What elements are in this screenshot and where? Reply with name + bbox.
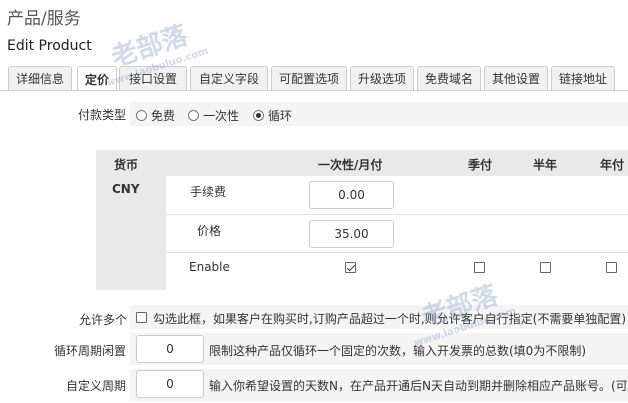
recurring-limit-label: 循环周期闲置 bbox=[54, 344, 127, 358]
tab-upgrades[interactable]: 升级选项 bbox=[350, 66, 414, 90]
enable-checkbox-monthly[interactable] bbox=[345, 262, 356, 273]
radio-recurring[interactable] bbox=[253, 110, 264, 121]
page-title: 产品/服务 bbox=[7, 9, 81, 29]
price-label: 价格 bbox=[197, 224, 222, 238]
price-table: 货币 一次性/月付 季付 半年 年付 CNY 手续费 0.00 价格 35.00… bbox=[96, 150, 628, 290]
header-annual: 年付 bbox=[600, 158, 625, 172]
row-divider bbox=[166, 252, 628, 253]
header-semiannual: 半年 bbox=[533, 158, 558, 172]
payment-option-free[interactable]: 免费 bbox=[136, 107, 175, 124]
currency-code: CNY bbox=[112, 182, 140, 196]
header-quarterly: 季付 bbox=[468, 158, 493, 172]
custom-period-description: 输入你希望设置的天数N，在产品开通后N天自动到期并删除相应产品账号。(可以 bbox=[209, 379, 628, 393]
payment-option-recurring[interactable]: 循环 bbox=[253, 107, 292, 124]
payment-option-onetime[interactable]: 一次性 bbox=[188, 107, 239, 124]
enable-checkbox-quarterly[interactable] bbox=[474, 262, 485, 273]
radio-recurring-label: 循环 bbox=[268, 109, 293, 123]
radio-free-label: 免费 bbox=[151, 109, 176, 123]
tab-module-settings[interactable]: 接口设置 bbox=[119, 66, 187, 90]
row-divider bbox=[166, 214, 628, 215]
tab-details[interactable]: 详细信息 bbox=[8, 66, 72, 90]
payment-type-field: 免费 一次性 循环 bbox=[130, 102, 628, 126]
allow-multiple-checkbox[interactable] bbox=[136, 312, 147, 323]
enable-label: Enable bbox=[189, 260, 230, 274]
setup-fee-input[interactable]: 0.00 bbox=[309, 181, 394, 209]
allow-multiple-description: 勾选此框，如果客户在购买时,订购产品超过一个时,则允许客户自行指定(不需要单独配… bbox=[153, 312, 626, 326]
header-currency: 货币 bbox=[114, 158, 139, 172]
tab-other[interactable]: 其他设置 bbox=[484, 66, 548, 90]
radio-onetime-label: 一次性 bbox=[203, 109, 240, 123]
tab-free-domain[interactable]: 免费域名 bbox=[417, 66, 481, 90]
price-table-header: 货币 一次性/月付 季付 半年 年付 bbox=[96, 150, 628, 176]
recurring-limit-input[interactable]: 0 bbox=[136, 335, 204, 363]
price-input[interactable]: 35.00 bbox=[309, 220, 394, 248]
enable-checkbox-semiannual[interactable] bbox=[540, 262, 551, 273]
custom-period-input[interactable]: 0 bbox=[136, 370, 204, 398]
edit-product-heading: Edit Product bbox=[7, 38, 92, 54]
radio-onetime[interactable] bbox=[188, 110, 199, 121]
radio-free[interactable] bbox=[136, 110, 147, 121]
allow-multiple-label: 允许多个 bbox=[79, 313, 128, 327]
header-onetime-monthly: 一次性/月付 bbox=[318, 158, 383, 172]
custom-period-label: 自定义周期 bbox=[66, 379, 127, 393]
setup-fee-label: 手续费 bbox=[190, 185, 227, 199]
tab-configurable-options[interactable]: 可配置选项 bbox=[271, 66, 347, 90]
tab-custom-fields[interactable]: 自定义字段 bbox=[190, 66, 268, 90]
recurring-limit-description: 限制这种产品仅循环一个固定的次数，输入开发票的总数(填0为不限制) bbox=[209, 344, 587, 358]
enable-checkbox-annual[interactable] bbox=[606, 262, 617, 273]
tab-pricing[interactable]: 定价 bbox=[77, 66, 117, 91]
currency-cell: CNY bbox=[96, 176, 166, 290]
payment-type-label: 付款类型 bbox=[78, 108, 127, 122]
tab-bar: 详细信息 定价 接口设置 自定义字段 可配置选项 升级选项 免费域名 其他设置 … bbox=[7, 66, 628, 91]
tab-links[interactable]: 链接地址 bbox=[551, 66, 615, 90]
